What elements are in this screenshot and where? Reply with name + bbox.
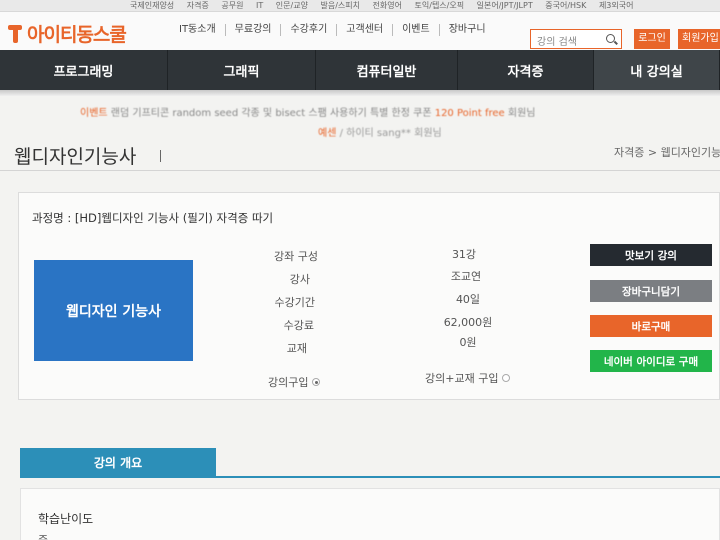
nav-tab-computer-general[interactable]: 컴퓨터일반	[316, 50, 458, 90]
top-link[interactable]: 일본어/JPT/JLPT	[477, 1, 533, 10]
gnb-item-reviews[interactable]: 수강후기	[281, 24, 338, 36]
option-bundle-label: 강의+교재 구입	[425, 372, 499, 385]
search-input[interactable]: 강의 검색	[530, 29, 622, 49]
site-header: 아이티동스쿨 IT동소개 무료강의 수강후기 고객센터 이벤트 장바구니 강의 …	[0, 12, 720, 50]
breadcrumb[interactable]: 자격증 > 웹디자인기능사	[614, 144, 720, 160]
welcome-highlight: 예센	[318, 128, 337, 139]
row-value-instructor: 조교연	[450, 270, 482, 283]
top-link[interactable]: 공무원	[221, 1, 243, 10]
row-value-fee: 62,000원	[443, 316, 493, 329]
gnb-item-free-lectures[interactable]: 무료강의	[226, 24, 282, 36]
notice-marquee: 이벤트 랜덤 기프티콘 random seed 각종 및 bisect 스팸 사…	[80, 104, 535, 119]
welcome-text: / 하이티 sang** 회원님	[336, 128, 442, 139]
row-label-instructor: 강사	[289, 273, 310, 286]
notice-text: 랜덤 기프티콘 random seed 각종 및 bisect 스팸 사용하기 …	[110, 108, 435, 119]
top-link[interactable]: 전화영어	[373, 1, 402, 10]
add-to-cart-button[interactable]: 장바구니담기	[590, 280, 712, 302]
top-link[interactable]: 인문/교양	[276, 1, 308, 10]
tab-course-overview[interactable]: 강의 개요	[20, 448, 216, 476]
page-title: 웹디자인기능사	[14, 146, 137, 168]
notice-prefix: 이벤트	[80, 108, 108, 119]
row-label-fee: 수강료	[283, 319, 314, 332]
radio-unselected-icon[interactable]	[502, 374, 511, 382]
gnb-item-about[interactable]: IT동소개	[170, 24, 226, 36]
login-button[interactable]: 로그인	[634, 29, 670, 49]
top-category-strip: 국제인재양성 자격증 공무원 IT 인문/교양 발음/스피치 전화영어 토익/텝…	[0, 0, 720, 12]
radio-selected-icon[interactable]	[312, 378, 321, 386]
row-value-textbook: 0원	[459, 336, 477, 349]
gnb-item-cart[interactable]: 장바구니	[440, 24, 495, 36]
gnb-item-support[interactable]: 고객센터	[337, 24, 394, 36]
row-value-composition: 31강	[451, 248, 477, 261]
option-lecture-and-book[interactable]: 강의+교재 구입	[425, 370, 511, 386]
top-link[interactable]: 국제인재양성	[130, 1, 174, 10]
main-category-nav: 프로그래밍 그래픽 컴퓨터일반 자격증 내 강의실	[0, 50, 720, 90]
course-thumbnail[interactable]: 웹디자인 기능사	[34, 260, 193, 361]
row-value-period: 40일	[455, 293, 481, 306]
welcome-message: 예센 / 하이티 sang** 회원님	[318, 124, 442, 139]
search-icon[interactable]	[606, 34, 615, 43]
row-label-composition: 강좌 구성	[274, 250, 318, 263]
top-link[interactable]: 자격증	[187, 1, 209, 10]
course-name: 과정명 : [HD]웹디자인 기능사 (필기) 자격증 따기	[32, 211, 274, 225]
nav-tab-certificates[interactable]: 자격증	[458, 50, 594, 90]
top-link[interactable]: 제3외국어	[599, 1, 634, 10]
naver-purchase-button[interactable]: 네이버 아이디로 구매	[590, 350, 712, 372]
top-link[interactable]: 발음/스피치	[320, 1, 360, 10]
difficulty-value: 중	[38, 532, 48, 540]
title-divider	[160, 150, 161, 162]
preview-lecture-button[interactable]: 맛보기 강의	[590, 244, 712, 266]
option-lecture-only[interactable]: 강의구입	[268, 374, 321, 390]
overview-panel	[20, 488, 720, 540]
search-placeholder: 강의 검색	[537, 37, 577, 48]
row-label-period: 수강기간	[274, 296, 315, 309]
join-button[interactable]: 회원가입	[678, 29, 720, 49]
row-label-textbook: 교재	[286, 342, 307, 355]
nav-tab-programming[interactable]: 프로그래밍	[0, 50, 168, 90]
option-lecture-label: 강의구입	[268, 376, 309, 389]
overview-rule	[20, 476, 720, 478]
top-link[interactable]: 중국어/HSK	[545, 1, 586, 10]
nav-shadow	[0, 90, 720, 96]
gnb-item-events[interactable]: 이벤트	[393, 24, 440, 36]
top-link[interactable]: 토익/텝스/오픽	[415, 1, 465, 10]
logo-mark-icon	[6, 24, 24, 44]
site-logo[interactable]: 아이티동스쿨	[6, 20, 127, 47]
notice-suffix: 회원님	[504, 108, 536, 119]
top-link[interactable]: IT	[256, 1, 263, 10]
difficulty-label: 학습난이도	[38, 512, 94, 526]
title-rule	[0, 170, 720, 171]
global-nav: IT동소개 무료강의 수강후기 고객센터 이벤트 장바구니	[170, 24, 495, 36]
buy-now-button[interactable]: 바로구매	[590, 315, 712, 337]
logo-text: 아이티동스쿨	[27, 24, 127, 46]
nav-tab-graphics[interactable]: 그래픽	[168, 50, 316, 90]
nav-tab-my-classroom[interactable]: 내 강의실	[594, 50, 720, 90]
notice-highlight: 120 Point free	[434, 108, 505, 119]
